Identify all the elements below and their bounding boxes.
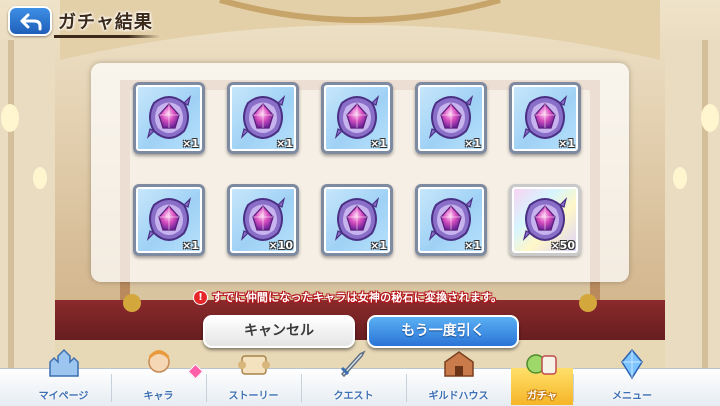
scroll-icon (237, 355, 270, 375)
item-quantity: ×1 (370, 137, 387, 150)
result-slot[interactable]: ×1 (133, 184, 205, 256)
result-slot[interactable]: ×1 (321, 82, 393, 154)
nav-item-guild-house[interactable]: ギルドハウス (406, 351, 511, 405)
gacha-icon (526, 354, 557, 375)
nav-item-crystal[interactable]: メニュー (573, 348, 691, 405)
sword-icon (340, 350, 366, 378)
nav-label: マイページ (38, 391, 89, 402)
warning-icon: ! (193, 289, 208, 305)
result-slot[interactable]: ×1 (227, 82, 299, 154)
nav-item-scroll[interactable]: ストーリー (206, 355, 301, 405)
result-slot[interactable]: ×1 (415, 82, 487, 154)
nav-label: ガチャ (527, 391, 557, 402)
item-quantity: ×1 (276, 137, 293, 150)
item-quantity: ×1 (558, 137, 575, 150)
result-slot[interactable]: ×1 (415, 184, 487, 256)
nav-label: メニュー (612, 391, 652, 402)
nav-label: ギルドハウス (428, 391, 489, 402)
nav-label: ストーリー (228, 391, 279, 402)
nav-item-castle[interactable]: マイページ (16, 348, 111, 405)
result-slot[interactable]: ×1 (509, 82, 581, 154)
gacha-results-panel: ×1 ×1 ×1 ×1 ×1 ×1 ×10 ×1 ×1 ×50 (91, 63, 629, 282)
item-quantity: ×1 (464, 137, 481, 150)
nav-label: キャラ (143, 391, 174, 402)
item-quantity: ×1 (182, 137, 199, 150)
cancel-button[interactable]: キャンセル (203, 315, 355, 348)
nav-label: クエスト (333, 391, 374, 402)
notice-text: すでに仲間になったキャラは女神の秘石に変換されます。 (212, 291, 503, 304)
result-slot[interactable]: ×1 (321, 184, 393, 256)
guild-house-icon (443, 351, 474, 377)
page-title: ガチャ結果 (58, 12, 153, 33)
nav-item-sword[interactable]: クエスト (301, 350, 406, 405)
back-button[interactable] (8, 6, 52, 36)
page-title-wrap: ガチャ結果 (54, 8, 167, 34)
title-underline (54, 35, 160, 38)
castle-icon (48, 348, 79, 377)
item-quantity: ×10 (268, 239, 293, 252)
item-quantity: ×1 (370, 239, 387, 252)
crystal-icon (621, 348, 643, 380)
item-quantity: ×1 (182, 239, 199, 252)
item-quantity: ×1 (464, 239, 481, 252)
conversion-notice: ! すでに仲間になったキャラは女神の秘石に変換されます。 (193, 289, 502, 305)
result-slot[interactable]: ×50 (509, 184, 581, 256)
result-slot[interactable]: ×1 (133, 82, 205, 154)
nav-item-gacha[interactable]: ガチャ (511, 354, 573, 405)
character-icon (147, 350, 170, 373)
result-slot[interactable]: ×10 (227, 184, 299, 256)
item-quantity: ×50 (550, 239, 575, 252)
draw-again-button[interactable]: もう一度引く (367, 315, 519, 348)
back-arrow-icon (20, 13, 42, 31)
